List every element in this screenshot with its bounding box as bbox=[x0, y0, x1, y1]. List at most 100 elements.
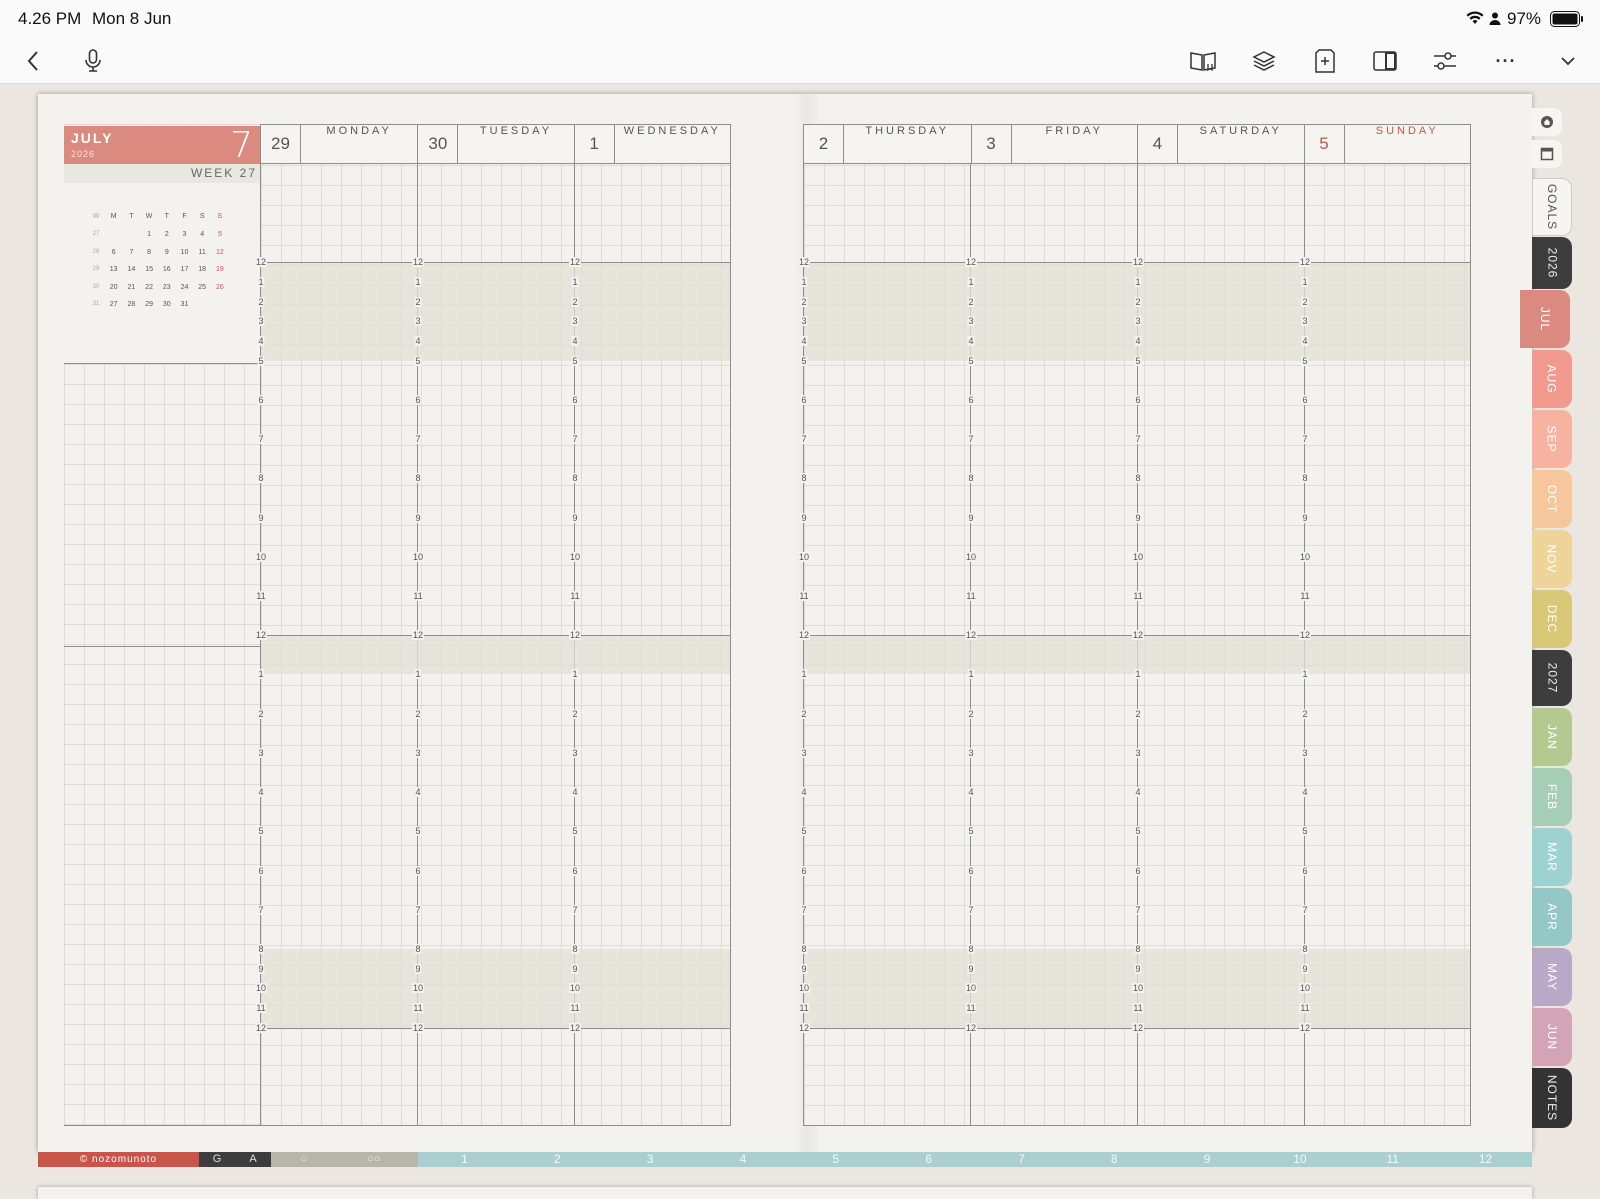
mini-calendar-day[interactable]: 27 bbox=[106, 301, 122, 308]
mini-calendar-day[interactable]: 2 bbox=[159, 231, 175, 238]
side-tab-aug[interactable]: AUG bbox=[1532, 350, 1572, 408]
page-icon[interactable] bbox=[1532, 140, 1562, 168]
split-view-icon[interactable] bbox=[1370, 46, 1400, 76]
side-tab-notes[interactable]: NOTES bbox=[1532, 1068, 1572, 1128]
mini-calendar-day[interactable]: 4 bbox=[194, 231, 210, 238]
mini-calendar-day[interactable]: 19 bbox=[212, 266, 228, 273]
hour-label: 4 bbox=[414, 787, 422, 797]
bottom-month-link[interactable]: 1 bbox=[418, 1152, 511, 1167]
view-double-link[interactable]: ○○ bbox=[359, 1152, 389, 1167]
bottom-month-link[interactable]: 10 bbox=[1254, 1152, 1347, 1167]
mini-calendar-day[interactable]: 15 bbox=[141, 266, 157, 273]
mini-calendar-day[interactable]: 20 bbox=[106, 284, 122, 291]
mini-calendar-day[interactable]: 29 bbox=[141, 301, 157, 308]
mini-calendar-day[interactable]: 5 bbox=[212, 231, 228, 238]
hour-label: 11 bbox=[569, 1003, 581, 1013]
mini-calendar-day[interactable]: 3 bbox=[177, 231, 193, 238]
hour-label: 12 bbox=[1131, 1023, 1145, 1033]
side-tab-dec[interactable]: DEC bbox=[1532, 590, 1572, 648]
side-tab-oct[interactable]: OCT bbox=[1532, 470, 1572, 528]
mini-calendar-day[interactable]: 26 bbox=[212, 284, 228, 291]
mini-calendar-day[interactable]: 14 bbox=[123, 266, 139, 273]
bottom-month-link[interactable]: 7 bbox=[975, 1152, 1068, 1167]
hour-label: 1 bbox=[1134, 669, 1142, 679]
bottom-month-link[interactable]: 11 bbox=[1346, 1152, 1439, 1167]
side-tab-2026[interactable]: 2026 bbox=[1532, 237, 1572, 289]
side-tab-jul[interactable]: JUL bbox=[1520, 290, 1570, 348]
side-tab-nov[interactable]: NOV bbox=[1532, 530, 1572, 588]
book-icon[interactable] bbox=[1188, 46, 1218, 76]
left-day-header-cell[interactable]: 30 TUESDAY bbox=[417, 125, 573, 163]
bottom-month-link[interactable]: 4 bbox=[697, 1152, 790, 1167]
mini-calendar-day[interactable]: 1 bbox=[141, 231, 157, 238]
side-tab-goals[interactable]: GOALS bbox=[1532, 178, 1572, 236]
goals-link[interactable]: G bbox=[207, 1152, 227, 1167]
mini-calendar-day[interactable]: 16 bbox=[159, 266, 175, 273]
bottom-month-link[interactable]: 5 bbox=[789, 1152, 882, 1167]
bottom-nav-dark[interactable]: G A bbox=[199, 1152, 271, 1167]
mini-calendar-day[interactable]: 23 bbox=[159, 284, 175, 291]
mini-calendar-day[interactable]: 24 bbox=[177, 284, 193, 291]
mini-calendar-day[interactable]: 11 bbox=[194, 249, 210, 256]
hour-label: 12 bbox=[1131, 257, 1145, 267]
chevron-down-icon[interactable] bbox=[1553, 46, 1583, 76]
mini-calendar-day[interactable]: 10 bbox=[177, 249, 193, 256]
month-header[interactable]: JULY 2026 7 bbox=[64, 125, 261, 166]
bottom-month-link[interactable]: 3 bbox=[604, 1152, 697, 1167]
home-icon[interactable] bbox=[1532, 108, 1562, 136]
more-icon[interactable]: ··· bbox=[1491, 46, 1521, 76]
hour-label: 8 bbox=[800, 944, 808, 954]
bottom-month-link[interactable]: 8 bbox=[1068, 1152, 1161, 1167]
add-page-icon[interactable] bbox=[1310, 46, 1340, 76]
view-single-link[interactable]: ○ bbox=[289, 1152, 319, 1167]
side-tab-jan[interactable]: JAN bbox=[1532, 708, 1572, 766]
month-number: 7 bbox=[230, 125, 253, 166]
left-page-grid[interactable]: 12 1 2 3 4 5 6 7 8 9 10 11 12 1 2 3 4 5 6 7 8 9 10 11 12 12 1 2 3 4 5 6… bbox=[254, 124, 731, 1126]
bottom-month-link[interactable]: 12 bbox=[1439, 1152, 1532, 1167]
bottom-nav-grey[interactable]: ○ ○○ bbox=[271, 1152, 418, 1167]
mini-calendar-day[interactable]: 8 bbox=[141, 249, 157, 256]
layers-icon[interactable] bbox=[1249, 46, 1279, 76]
side-tab-jun[interactable]: JUN bbox=[1532, 1008, 1572, 1066]
left-day-header-cell[interactable]: 1 WEDNESDAY bbox=[573, 125, 730, 163]
left-day-header-cell[interactable]: 29 MONDAY bbox=[261, 125, 417, 163]
hour-label: 3 bbox=[800, 748, 808, 758]
hour-label: 4 bbox=[414, 336, 422, 346]
hour-label: 10 bbox=[568, 983, 582, 993]
hour-label: 1 bbox=[257, 277, 265, 287]
right-page-grid[interactable]: 12 1 2 3 4 5 6 7 8 9 10 11 12 1 2 3 4 5 6 7 8 9 10 11 12 12 1 2 3 4 5 6… bbox=[797, 124, 1471, 1126]
right-day-header-cell[interactable]: 2 THURSDAY bbox=[804, 125, 971, 163]
microphone-icon[interactable] bbox=[78, 46, 108, 76]
right-day-header-cell[interactable]: 4 SATURDAY bbox=[1137, 125, 1304, 163]
bottom-month-link[interactable]: 2 bbox=[511, 1152, 604, 1167]
back-icon[interactable] bbox=[18, 46, 48, 76]
side-tab-may[interactable]: MAY bbox=[1532, 948, 1572, 1006]
side-tab-2027[interactable]: 2027 bbox=[1532, 650, 1572, 706]
right-day-header-cell[interactable]: 3 FRIDAY bbox=[970, 125, 1138, 163]
mini-calendar-day[interactable]: 25 bbox=[194, 284, 210, 291]
mini-calendar-day[interactable]: 9 bbox=[159, 249, 175, 256]
mini-calendar-day[interactable]: 21 bbox=[123, 284, 139, 291]
mini-calendar-day[interactable]: 7 bbox=[123, 249, 139, 256]
right-day-header-cell[interactable]: 5 SUNDAY bbox=[1303, 125, 1471, 163]
mini-calendar-day[interactable]: 31 bbox=[177, 301, 193, 308]
side-tab-mar[interactable]: MAR bbox=[1532, 828, 1572, 886]
mini-calendar-day[interactable]: 30 bbox=[159, 301, 175, 308]
mini-calendar-day[interactable]: 18 bbox=[194, 266, 210, 273]
planner-spread[interactable]: JULY 2026 7 WEEK 27 W M T W T F S S 27 1 2 3 4 5 28 6 7 8… bbox=[38, 94, 1532, 1152]
side-tab-feb[interactable]: FEB bbox=[1532, 768, 1572, 826]
sliders-icon[interactable] bbox=[1430, 46, 1460, 76]
mini-calendar-day[interactable]: 6 bbox=[106, 249, 122, 256]
mini-calendar-day[interactable]: 28 bbox=[123, 301, 139, 308]
bottom-month-link[interactable]: 9 bbox=[1161, 1152, 1254, 1167]
mini-calendar-day[interactable]: 12 bbox=[212, 249, 228, 256]
bottom-month-strip[interactable]: 1 2 3 4 5 6 7 8 9 10 11 12 bbox=[418, 1152, 1532, 1167]
mini-calendar-day[interactable]: 22 bbox=[141, 284, 157, 291]
annual-link[interactable]: A bbox=[243, 1152, 263, 1167]
mini-calendar-day[interactable]: 17 bbox=[177, 266, 193, 273]
mini-calendar-day[interactable]: 13 bbox=[106, 266, 122, 273]
side-tab-sep[interactable]: SEP bbox=[1532, 410, 1572, 468]
hour-label: 9 bbox=[414, 513, 422, 523]
side-tab-apr[interactable]: APR bbox=[1532, 888, 1572, 946]
bottom-month-link[interactable]: 6 bbox=[882, 1152, 975, 1167]
